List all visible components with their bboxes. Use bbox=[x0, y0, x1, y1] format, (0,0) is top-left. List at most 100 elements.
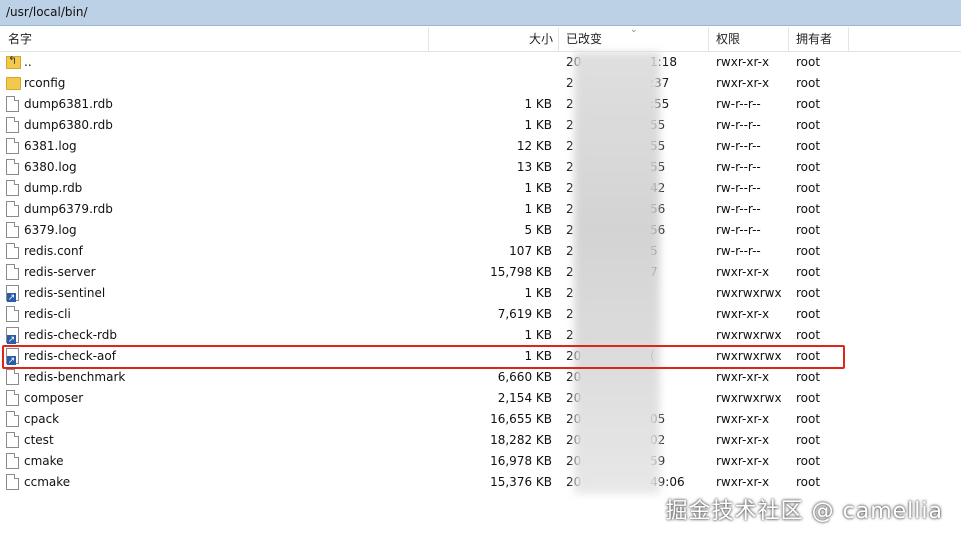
file-permissions: rw-r--r-- bbox=[716, 118, 761, 132]
file-owner: root bbox=[796, 328, 821, 342]
file-size: 107 KB bbox=[509, 244, 552, 258]
file-size: 15,798 KB bbox=[490, 265, 552, 279]
file-icon bbox=[6, 411, 19, 427]
file-owner: root bbox=[796, 76, 821, 90]
file-row[interactable]: 6380.log13 KB255rw-r--r--root bbox=[0, 157, 961, 178]
column-separator[interactable] bbox=[788, 27, 789, 51]
file-name: redis-server bbox=[24, 265, 96, 279]
file-name: cmake bbox=[24, 454, 64, 468]
file-name: composer bbox=[24, 391, 84, 405]
file-modified-start: 2 bbox=[566, 286, 574, 300]
file-row[interactable]: cmake16,978 KB2059rwxr-xr-xroot bbox=[0, 451, 961, 472]
file-icon bbox=[6, 306, 19, 322]
file-name: redis-benchmark bbox=[24, 370, 126, 384]
file-row[interactable]: 6381.log12 KB255rw-r--r--root bbox=[0, 136, 961, 157]
file-icon bbox=[6, 159, 19, 175]
file-row[interactable]: redis-benchmark6,660 KB20rwxr-xr-xroot bbox=[0, 367, 961, 388]
file-size: 1 KB bbox=[524, 97, 552, 111]
file-owner: root bbox=[796, 181, 821, 195]
path-text: /usr/local/bin/ bbox=[6, 5, 88, 19]
file-permissions: rw-r--r-- bbox=[716, 139, 761, 153]
file-permissions: rwxr-xr-x bbox=[716, 55, 770, 69]
file-row[interactable]: redis-server15,798 KB27rwxr-xr-xroot bbox=[0, 262, 961, 283]
file-size: 12 KB bbox=[516, 139, 552, 153]
file-owner: root bbox=[796, 160, 821, 174]
file-permissions: rwxr-xr-x bbox=[716, 433, 770, 447]
file-permissions: rw-r--r-- bbox=[716, 97, 761, 111]
column-header: 名字 大小 已改变 ⌄ 权限 拥有者 bbox=[0, 25, 961, 52]
file-modified-start: 2 bbox=[566, 244, 574, 258]
file-icon bbox=[6, 201, 19, 217]
column-separator[interactable] bbox=[708, 27, 709, 51]
file-row[interactable]: 6379.log5 KB256rw-r--r--root bbox=[0, 220, 961, 241]
file-row[interactable]: dump6381.rdb1 KB2:55rw-r--r--root bbox=[0, 94, 961, 115]
file-permissions: rwxrwxrwx bbox=[716, 286, 782, 300]
file-permissions: rwxr-xr-x bbox=[716, 307, 770, 321]
file-name: redis-check-rdb bbox=[24, 328, 118, 342]
file-row[interactable]: ..201:18rwxr-xr-xroot bbox=[0, 52, 961, 73]
file-row[interactable]: redis.conf107 KB25rw-r--r--root bbox=[0, 241, 961, 262]
file-row[interactable]: dump.rdb1 KB242rw-r--r--root bbox=[0, 178, 961, 199]
file-modified-start: 2 bbox=[566, 160, 574, 174]
column-owner[interactable]: 拥有者 bbox=[796, 27, 832, 51]
file-owner: root bbox=[796, 265, 821, 279]
file-icon bbox=[6, 222, 19, 238]
column-permissions[interactable]: 权限 bbox=[716, 27, 740, 51]
file-size: 5 KB bbox=[524, 223, 552, 237]
redacted-dates-blur bbox=[574, 52, 660, 494]
highlight-box-redis-check-aof bbox=[2, 345, 845, 369]
file-icon bbox=[6, 264, 19, 280]
file-name: dump6381.rdb bbox=[24, 97, 113, 111]
file-icon bbox=[6, 138, 19, 154]
file-row[interactable]: redis-sentinel 1 KB 2 rwxrwxrwx root bbox=[0, 283, 961, 304]
file-modified-start: 2 bbox=[566, 97, 574, 111]
column-size[interactable]: 大小 bbox=[529, 27, 553, 51]
file-permissions: rwxr-xr-x bbox=[716, 475, 770, 489]
file-row[interactable]: cpack16,655 KB2005rwxr-xr-xroot bbox=[0, 409, 961, 430]
file-modified-start: 2 bbox=[566, 223, 574, 237]
file-permissions: rwxrwxrwx bbox=[716, 328, 782, 342]
file-name: dump6380.rdb bbox=[24, 118, 113, 132]
file-name: dump.rdb bbox=[24, 181, 83, 195]
column-separator[interactable] bbox=[558, 27, 559, 51]
file-owner: root bbox=[796, 370, 821, 384]
file-owner: root bbox=[796, 454, 821, 468]
file-icon bbox=[6, 180, 19, 196]
file-name: ctest bbox=[24, 433, 54, 447]
file-row[interactable]: ccmake15,376 KB2049:06rwxr-xr-xroot bbox=[0, 472, 961, 493]
file-size: 18,282 KB bbox=[490, 433, 552, 447]
file-row[interactable]: redis-check-rdb 1 KB 2 rwxrwxrwx root bbox=[0, 325, 961, 346]
file-owner: root bbox=[796, 286, 821, 300]
file-size: 13 KB bbox=[516, 160, 552, 174]
file-owner: root bbox=[796, 97, 821, 111]
file-name: redis.conf bbox=[24, 244, 83, 258]
file-owner: root bbox=[796, 223, 821, 237]
shortcut-file-icon bbox=[6, 285, 19, 302]
file-modified-start: 2 bbox=[566, 265, 574, 279]
file-row[interactable]: redis-cli 7,619 KB 2 rwxr-xr-x root bbox=[0, 304, 961, 325]
file-icon bbox=[6, 96, 19, 112]
column-separator[interactable] bbox=[848, 27, 849, 51]
folder-icon bbox=[6, 77, 21, 90]
file-owner: root bbox=[796, 244, 821, 258]
path-bar[interactable]: /usr/local/bin/ bbox=[0, 0, 961, 26]
file-name: cpack bbox=[24, 412, 60, 426]
column-name[interactable]: 名字 bbox=[8, 27, 32, 51]
file-row[interactable]: dump6380.rdb1 KB255rw-r--r--root bbox=[0, 115, 961, 136]
file-row[interactable]: composer2,154 KB20rwxrwxrwxroot bbox=[0, 388, 961, 409]
file-size: 1 KB bbox=[524, 118, 552, 132]
column-separator[interactable] bbox=[428, 27, 429, 51]
parent-folder-icon bbox=[6, 54, 21, 69]
file-row[interactable]: ctest18,282 KB2002rwxr-xr-xroot bbox=[0, 430, 961, 451]
file-icon bbox=[6, 243, 19, 259]
file-owner: root bbox=[796, 391, 821, 405]
file-name: ccmake bbox=[24, 475, 71, 489]
file-icon bbox=[6, 117, 19, 133]
file-row[interactable]: dump6379.rdb1 KB256rw-r--r--root bbox=[0, 199, 961, 220]
file-size: 1 KB bbox=[524, 328, 552, 342]
file-permissions: rw-r--r-- bbox=[716, 202, 761, 216]
file-permissions: rw-r--r-- bbox=[716, 160, 761, 174]
column-modified[interactable]: 已改变 bbox=[566, 27, 602, 51]
file-owner: root bbox=[796, 412, 821, 426]
file-row[interactable]: rconfig2:37rwxr-xr-xroot bbox=[0, 73, 961, 94]
